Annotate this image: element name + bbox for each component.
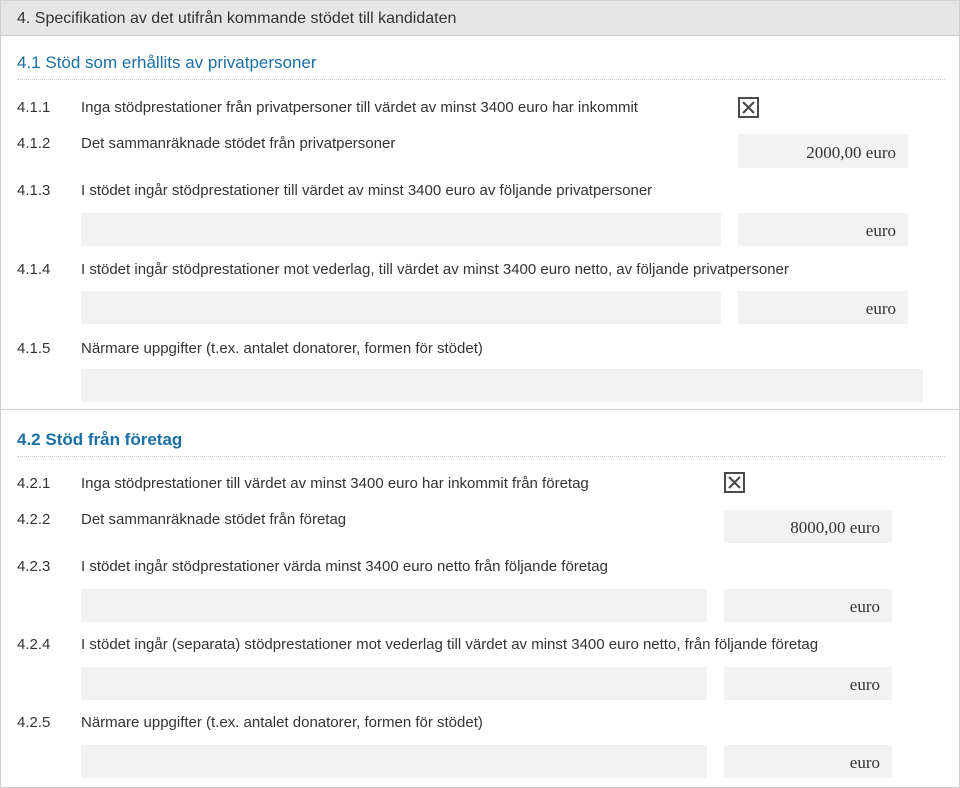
row-number: 4.1.4 [17,261,51,278]
section-divider [1,409,959,410]
row-label: Närmare uppgifter (t.ex. antalet donator… [81,340,483,357]
row-label: Inga stödprestationer till värdet av min… [81,475,589,492]
details-field[interactable] [81,369,923,402]
row-number: 4.2.4 [17,636,51,653]
form-page: 4. Specifikation av det utifrån kommande… [0,0,960,788]
row-number: 4.1.2 [17,135,51,152]
row-label: Det sammanräknade stödet från privatpers… [81,135,396,152]
divider [17,79,945,80]
row-label: I stödet ingår stödprestationer mot vede… [81,261,789,278]
row-number: 4.2.1 [17,475,51,492]
divider [17,456,945,457]
row-label: Inga stödprestationer från privatpersone… [81,99,638,116]
row-label: Närmare uppgifter (t.ex. antalet donator… [81,714,483,731]
row-number: 4.2.2 [17,511,51,528]
section-header: 4. Specifikation av det utifrån kommande… [1,1,959,36]
subsection-title-private: 4.1 Stöd som erhållits av privatpersoner [17,53,317,72]
amount-field[interactable]: euro [738,291,908,324]
total-companies-field[interactable]: 8000,00 euro [724,510,892,543]
amount-field[interactable]: euro [738,213,908,246]
row-number: 4.2.3 [17,558,51,575]
name-field[interactable] [81,589,707,622]
name-field[interactable] [81,213,721,246]
row-number: 4.1.1 [17,99,51,116]
name-field[interactable] [81,291,721,324]
row-label: I stödet ingår stödprestationer till vär… [81,182,653,199]
subsection-title-companies: 4.2 Stöd från företag [17,430,183,449]
amount-field[interactable]: euro [724,745,892,778]
row-number: 4.2.5 [17,714,51,731]
total-private-field[interactable]: 2000,00 euro [738,134,908,168]
details-field[interactable] [81,745,707,778]
amount-field[interactable]: euro [724,589,892,622]
section-title: 4. Specifikation av det utifrån kommande… [17,10,457,27]
checked-box-icon[interactable] [738,97,759,118]
row-number: 4.1.5 [17,340,51,357]
name-field[interactable] [81,667,707,700]
row-number: 4.1.3 [17,182,51,199]
row-label: I stödet ingår stödprestationer värda mi… [81,558,608,575]
checked-box-icon[interactable] [724,472,745,493]
amount-field[interactable]: euro [724,667,892,700]
row-label: I stödet ingår (separata) stödprestation… [81,636,819,653]
row-label: Det sammanräknade stödet från företag [81,511,347,528]
